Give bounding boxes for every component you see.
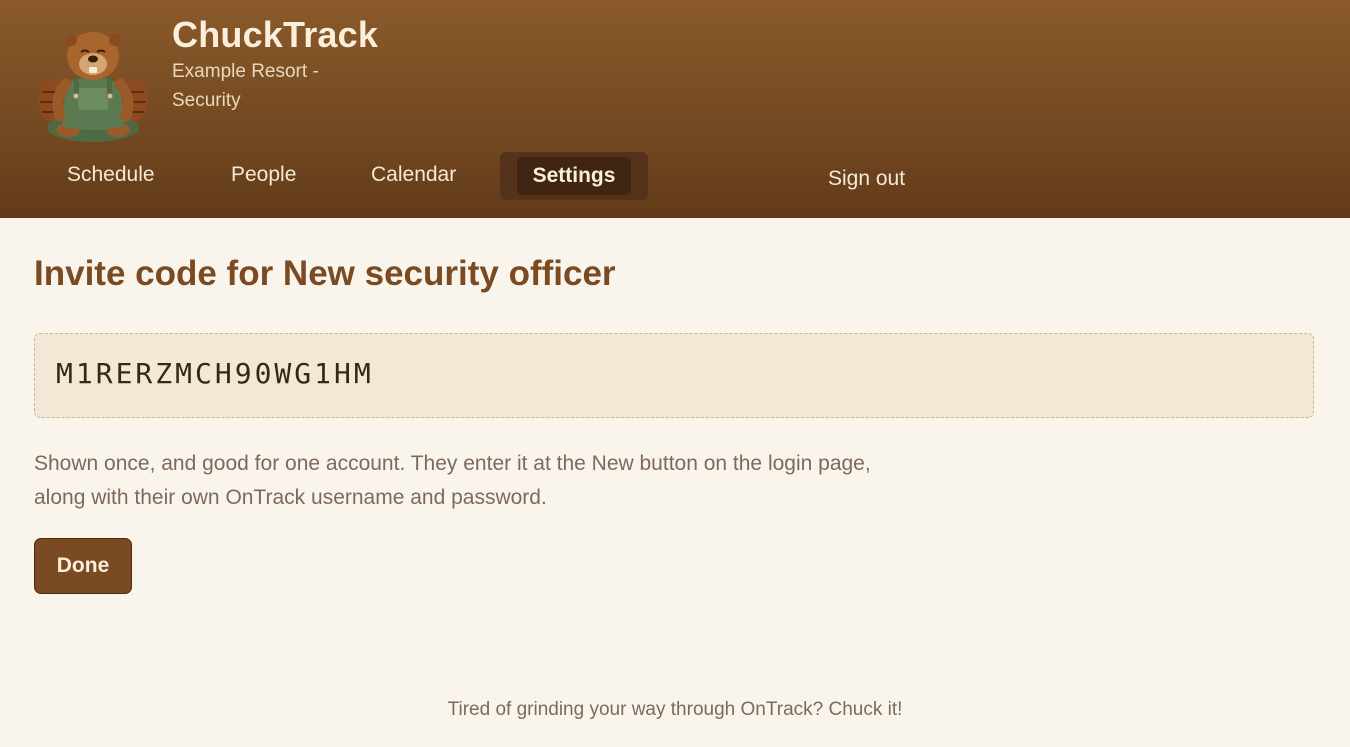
sign-out-link[interactable]: Sign out [828, 156, 905, 204]
invite-code-value[interactable]: M1RERZMCH90WG1HM [56, 357, 374, 390]
app-title: ChuckTrack [172, 14, 379, 55]
beaver-mascot-icon [32, 26, 154, 144]
nav-item-calendar[interactable]: Calendar [371, 152, 456, 200]
nav-item-settings-container: Settings [500, 152, 648, 200]
invite-code-help-text: Shown once, and good for one account. Th… [34, 452, 871, 509]
invite-code-box: M1RERZMCH90WG1HM [34, 333, 1314, 418]
main-navigation: Schedule People Calendar Settings Sign o… [0, 152, 1350, 200]
nav-item-schedule[interactable]: Schedule [67, 152, 155, 200]
footer-tagline: Tired of grinding your way through OnTra… [447, 699, 903, 720]
page-title: Invite code for New security officer [34, 254, 616, 293]
nav-item-people[interactable]: People [231, 152, 296, 200]
organization-name: Example Resort - Security [172, 61, 319, 111]
nav-item-settings[interactable]: Settings [517, 157, 631, 195]
app-header: ChuckTrack Example Resort - Security Sch… [0, 0, 1350, 218]
done-button[interactable]: Done [34, 538, 132, 594]
